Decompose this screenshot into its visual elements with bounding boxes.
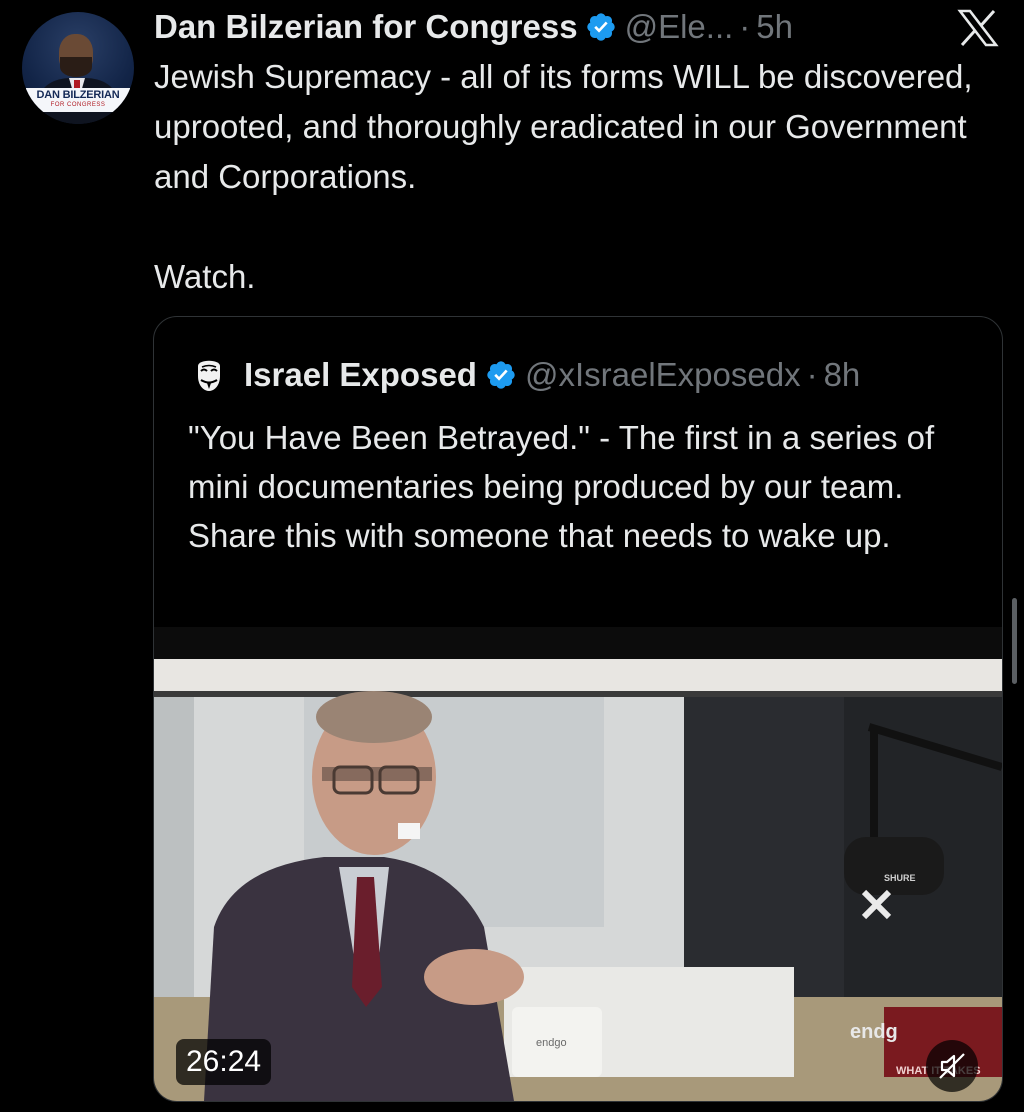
mic-brand-label: SHURE [884, 873, 916, 883]
quoted-author-handle[interactable]: @xIsraelExposedx [525, 356, 801, 394]
quoted-tweet-text: "You Have Been Betrayed." - The first in… [188, 419, 935, 554]
quoted-tweet-header: Israel Exposed @xIsraelExposedx · 8h [190, 353, 860, 397]
avatar-beard [60, 57, 92, 77]
tweet-body: Jewish Supremacy - all of its forms WILL… [154, 52, 1004, 302]
quoted-author-name[interactable]: Israel Exposed [244, 356, 477, 394]
scrollbar-thumb[interactable] [1012, 598, 1017, 684]
video-duration-badge: 26:24 [176, 1039, 272, 1085]
guy-fawkes-mask-icon[interactable] [190, 356, 228, 394]
mute-button[interactable] [926, 1040, 978, 1092]
author-name[interactable]: Dan Bilzerian for Congress [154, 8, 578, 46]
verified-badge-icon [585, 11, 617, 43]
avatar-banner-sub: FOR CONGRESS [50, 102, 106, 108]
tweet-header: Dan Bilzerian for Congress @Ele... · 5h [154, 6, 793, 48]
avatar-banner: DAN BILZERIAN FOR CONGRESS [26, 88, 130, 112]
header-separator: · [739, 8, 751, 45]
quoted-tweet-timestamp[interactable]: 8h [824, 356, 861, 394]
author-avatar[interactable]: DAN BILZERIAN FOR CONGRESS [22, 12, 134, 124]
video-player[interactable]: SHURE endgo endg WHAT IT TAKES 26:24 [154, 627, 1002, 1101]
sign-brand-label: endg [850, 1021, 898, 1043]
avatar-banner-name: DAN BILZERIAN [36, 89, 120, 101]
x-logo-icon[interactable] [956, 8, 1000, 48]
speaker-muted-icon [939, 1053, 965, 1079]
tweet-text: Jewish Supremacy - all of its forms WILL… [154, 58, 973, 195]
tweet-timestamp[interactable]: 5h [756, 8, 793, 46]
tweet-text-watch: Watch. [154, 258, 256, 295]
quoted-header-separator: · [806, 356, 818, 393]
author-handle[interactable]: @Ele... [625, 8, 734, 46]
cup-brand-label: endgo [536, 1037, 567, 1049]
quoted-tweet-card[interactable]: Israel Exposed @xIsraelExposedx · 8h "Yo… [153, 316, 1003, 1102]
quoted-verified-badge-icon [485, 359, 517, 391]
